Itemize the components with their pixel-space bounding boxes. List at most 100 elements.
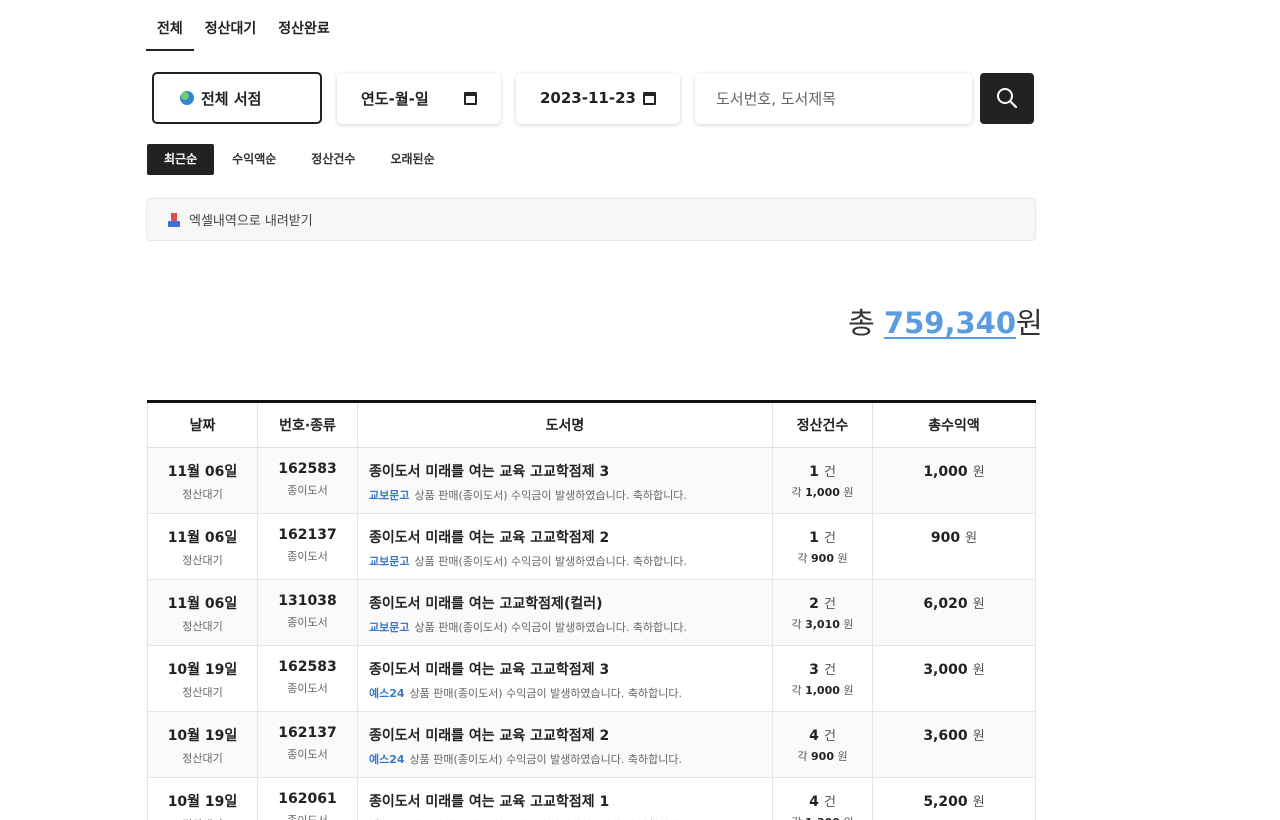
row-store: 예스24 xyxy=(369,687,405,700)
table-row[interactable]: 10월 19일 정산대기 162137 종이도서 종이도서 미래를 여는 교육 고교학점… xyxy=(147,711,1036,778)
row-kind: 종이도서 xyxy=(287,484,328,497)
row-each-prefix: 각 xyxy=(791,618,802,631)
search-placeholder: 도서번호, 도서제목 xyxy=(716,89,836,108)
row-description: 교보문고 상품 판매(종이도서) 수익금이 발생하였습니다. 축하합니다. xyxy=(369,487,772,503)
excel-download-button[interactable]: 엑셀내역으로 내려받기 xyxy=(146,198,1036,241)
row-status: 정산대기 xyxy=(182,620,223,633)
row-title[interactable]: 종이도서 미래를 여는 교육 고교학점제 2 xyxy=(369,725,772,745)
store-select[interactable]: 전체 서점 xyxy=(152,72,322,124)
calendar-icon[interactable] xyxy=(643,91,656,105)
row-status: 정산대기 xyxy=(182,686,223,699)
count-cell: 4 건각 1,300 원 xyxy=(772,777,873,820)
start-date-input[interactable]: 연도-월-일 xyxy=(337,72,501,124)
tab-all[interactable]: 전체 xyxy=(146,10,194,51)
row-desc-text: 상품 판매(종이도서) 수익금이 발생하였습니다. 축하합니다. xyxy=(409,687,683,700)
number-cell: 162583 종이도서 xyxy=(257,447,358,514)
row-description: 교보문고 상품 판매(종이도서) 수익금이 발생하였습니다. 축하합니다. xyxy=(369,553,772,569)
row-store: 교보문고 xyxy=(369,489,410,502)
header-title: 도서명 xyxy=(357,401,773,448)
search-button[interactable] xyxy=(980,72,1034,124)
row-store: 예스24 xyxy=(369,753,405,766)
title-cell: 종이도서 미래를 여는 교육 고교학점제 1예스24상품 판매(종이도서) 수익… xyxy=(357,777,773,820)
row-count: 4 xyxy=(809,728,819,744)
row-store: 교보문고 xyxy=(369,555,410,568)
row-description: 교보문고 상품 판매(종이도서) 수익금이 발생하였습니다. 축하합니다. xyxy=(369,619,772,635)
sort-recent[interactable]: 최근순 xyxy=(147,144,215,175)
settlement-table: 날짜 번호·종류 도서명 정산건수 총수익액 11월 06일 정산대기 162583… xyxy=(147,400,1036,820)
row-date: 10월 19일 xyxy=(167,728,238,744)
row-title[interactable]: 종이도서 미래를 여는 고교학점제(컬러) xyxy=(369,593,772,613)
row-count: 1 xyxy=(809,530,819,546)
row-count: 4 xyxy=(809,794,819,810)
row-count: 3 xyxy=(809,662,819,678)
row-title[interactable]: 종이도서 미래를 여는 교육 고교학점제 2 xyxy=(369,527,772,547)
total-prefix: 총 xyxy=(848,306,884,340)
row-description: 예스24 상품 판매(종이도서) 수익금이 발생하였습니다. 축하합니다. xyxy=(369,685,772,701)
row-date: 10월 19일 xyxy=(167,662,238,678)
sort-revenue[interactable]: 수익액순 xyxy=(215,144,293,175)
sort-count[interactable]: 정산건수 xyxy=(294,144,372,175)
count-cell: 3 건각 1,000 원 xyxy=(772,645,873,712)
title-cell: 종이도서 미래를 여는 교육 고교학점제 2 예스24 상품 판매(종이도서) 수익… xyxy=(357,711,773,778)
end-date-input[interactable]: 2023-11-23 xyxy=(516,72,680,124)
tab-completed[interactable]: 정산완료 xyxy=(267,10,341,51)
row-title[interactable]: 종이도서 미래를 여는 교육 고교학점제 3 xyxy=(369,659,772,679)
row-each-prefix: 각 xyxy=(797,552,808,565)
start-date-value: 연도-월-일 xyxy=(361,89,429,108)
row-each-unit: 원 xyxy=(837,552,848,565)
row-status: 정산대기 xyxy=(182,752,223,765)
number-cell: 131038 종이도서 xyxy=(257,579,358,646)
row-total: 900 xyxy=(930,530,961,546)
total-amount-value[interactable]: 759,340 xyxy=(884,306,1016,340)
row-store: 교보문고 xyxy=(369,621,410,634)
row-each: 1,000 xyxy=(805,684,840,697)
row-number: 162583 xyxy=(278,461,337,477)
row-kind: 종이도서 xyxy=(287,616,328,629)
row-status: 정산대기 xyxy=(148,816,257,820)
row-count-unit: 건 xyxy=(823,531,836,546)
row-count-unit: 건 xyxy=(823,663,836,678)
row-total-unit: 원 xyxy=(972,597,985,612)
row-desc-text: 상품 판매(종이도서) 수익금이 발생하였습니다. 축하합니다. xyxy=(414,489,687,502)
amount-cell: 1,000 원 xyxy=(872,447,1036,514)
number-cell: 162137 종이도서 xyxy=(257,513,358,580)
search-input[interactable]: 도서번호, 도서제목 xyxy=(695,72,972,124)
row-each: 900 xyxy=(811,552,834,565)
row-each-prefix: 각 xyxy=(791,684,802,697)
tab-pending[interactable]: 정산대기 xyxy=(194,10,268,51)
row-each-unit: 원 xyxy=(843,618,854,631)
table-row[interactable]: 11월 06일 정산대기 162137 종이도서 종이도서 미래를 여는 교육 고교학점… xyxy=(147,513,1036,580)
table-row[interactable]: 10월 19일정산대기162061종이도서종이도서 미래를 여는 교육 고교학점… xyxy=(147,777,1036,820)
row-each-unit: 원 xyxy=(843,486,854,499)
table-row[interactable]: 11월 06일 정산대기 162583 종이도서 종이도서 미래를 여는 교육 고교학점… xyxy=(147,447,1036,514)
calendar-icon[interactable] xyxy=(464,91,477,105)
row-total: 3,000 xyxy=(923,662,968,678)
count-cell: 4 건각 900 원 xyxy=(772,711,873,778)
row-total: 6,020 xyxy=(923,596,968,612)
table-row[interactable]: 11월 06일 정산대기 131038 종이도서 종이도서 미래를 여는 고교학점제(컬… xyxy=(147,579,1036,646)
row-title[interactable]: 종이도서 미래를 여는 교육 고교학점제 3 xyxy=(369,461,772,481)
amount-cell: 5,200 원 xyxy=(872,777,1036,820)
row-date: 10월 19일 xyxy=(167,794,238,810)
excel-download-label: 엑셀내역으로 내려받기 xyxy=(189,214,313,229)
row-count-unit: 건 xyxy=(823,465,836,480)
row-desc-text: 상품 판매(종이도서) 수익금이 발생하였습니다. 축하합니다. xyxy=(414,621,687,634)
row-total-unit: 원 xyxy=(972,795,985,810)
count-cell: 1 건각 900 원 xyxy=(772,513,873,580)
header-date: 날짜 xyxy=(147,401,258,448)
row-count-unit: 건 xyxy=(823,795,836,810)
number-cell: 162137 종이도서 xyxy=(257,711,358,778)
globe-icon xyxy=(180,91,194,105)
sort-options: 최근순 수익액순 정산건수 오래된순 xyxy=(147,144,453,175)
sort-oldest[interactable]: 오래된순 xyxy=(373,144,451,175)
row-each-unit: 원 xyxy=(843,684,854,697)
total-unit: 원 xyxy=(1016,306,1043,340)
row-desc-text: 상품 판매(종이도서) 수익금이 발생하였습니다. 축하합니다. xyxy=(409,753,683,766)
row-total: 3,600 xyxy=(923,728,968,744)
count-cell: 2 건각 3,010 원 xyxy=(772,579,873,646)
table-row[interactable]: 10월 19일 정산대기 162583 종이도서 종이도서 미래를 여는 교육 고교학점… xyxy=(147,645,1036,712)
row-title[interactable]: 종이도서 미래를 여는 교육 고교학점제 1 xyxy=(369,791,772,811)
date-cell: 11월 06일 정산대기 xyxy=(147,447,258,514)
title-cell: 종이도서 미래를 여는 교육 고교학점제 2 교보문고 상품 판매(종이도서) 수익… xyxy=(357,513,773,580)
row-kind: 종이도서 xyxy=(287,682,328,695)
